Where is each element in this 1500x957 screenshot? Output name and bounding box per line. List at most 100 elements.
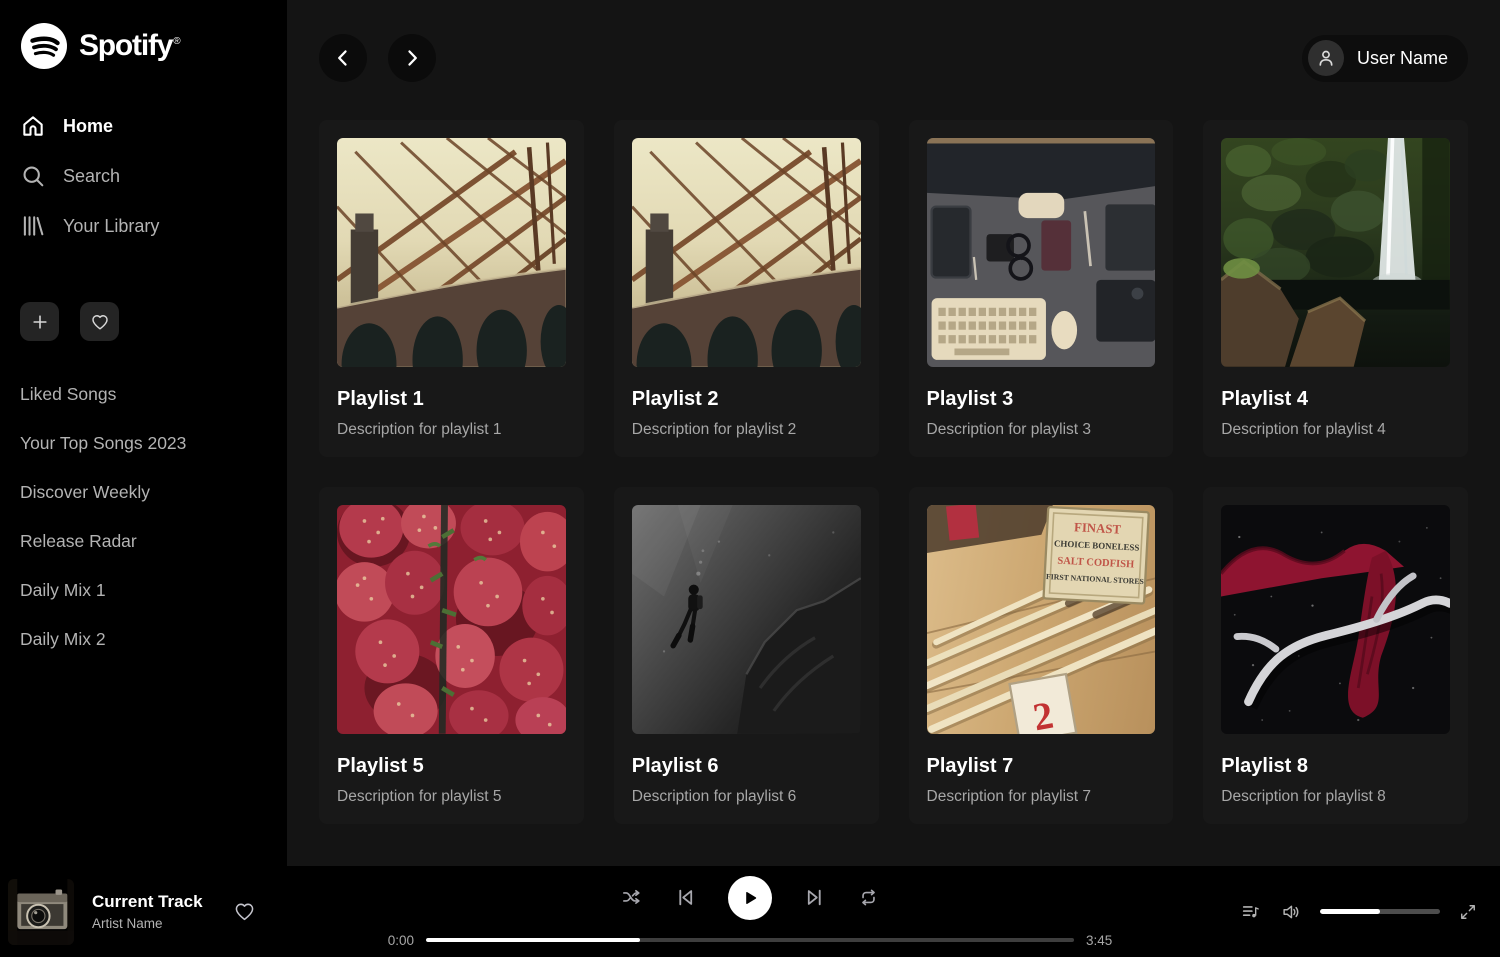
create-playlist-button[interactable]: [20, 302, 59, 341]
playlist-description: Description for playlist 2: [632, 421, 861, 439]
now-playing: Current Track Artist Name: [0, 879, 256, 945]
playlist-art-rulers-sign: FINAST CHOICE BONELESS SALT CODFISH FIRS…: [927, 505, 1156, 734]
playlist-card-2[interactable]: Playlist 2 Description for playlist 2: [614, 120, 879, 457]
total-time: 3:45: [1086, 933, 1120, 948]
playlist-description: Description for playlist 8: [1221, 788, 1450, 806]
sidebar-item-your-library[interactable]: Your Library: [20, 212, 269, 240]
play-button[interactable]: [728, 876, 772, 920]
player-center: 0:00 3:45: [380, 866, 1120, 957]
user-menu-button[interactable]: User Name: [1302, 35, 1468, 82]
playlist-art-steel-truss: [337, 138, 566, 367]
playlist-title: Playlist 7: [927, 755, 1156, 778]
playlist-card-1[interactable]: Playlist 1 Description for playlist 1: [319, 120, 584, 457]
previous-track-button[interactable]: [673, 885, 698, 910]
nav-label: Your Library: [63, 216, 159, 237]
playlist-art-scuba-diver: [632, 505, 861, 734]
progress-fill: [426, 938, 640, 942]
app-window: Spotify® Home Search: [0, 0, 1500, 957]
main-content: User Name: [287, 0, 1500, 866]
nav-label: Home: [63, 116, 113, 137]
brand-wordmark: Spotify®: [79, 29, 179, 63]
playlist-card-3[interactable]: Playlist 3 Description for playlist 3: [909, 120, 1174, 457]
playlist-description: Description for playlist 6: [632, 788, 861, 806]
like-track-button[interactable]: [233, 900, 256, 923]
queue-button[interactable]: [1240, 901, 1262, 923]
plus-icon: [30, 312, 50, 332]
library-icon: [20, 213, 46, 239]
spotify-logo-icon: [20, 22, 68, 70]
playlist-grid: Playlist 1 Description for playlist 1: [319, 120, 1468, 824]
liked-songs-button[interactable]: [80, 302, 119, 341]
next-icon: [802, 885, 827, 910]
chevron-left-icon: [331, 46, 355, 70]
playlist-title: Playlist 1: [337, 388, 566, 411]
search-icon: [20, 163, 46, 189]
sidebar-playlist-your-top-songs[interactable]: Your Top Songs 2023: [20, 430, 269, 456]
chevron-right-icon: [400, 46, 424, 70]
transport-controls: [620, 876, 880, 920]
playlist-card-7[interactable]: FINAST CHOICE BONELESS SALT CODFISH FIRS…: [909, 487, 1174, 824]
playlist-art-desk-flatlay: [927, 138, 1156, 367]
sidebar-nav: Home Search Your Library: [20, 112, 269, 240]
current-track-artist: Artist Name: [92, 916, 203, 931]
nav-forward-button[interactable]: [388, 34, 436, 82]
playlist-title: Playlist 2: [632, 388, 861, 411]
sidebar-playlist-liked-songs[interactable]: Liked Songs: [20, 381, 269, 407]
playlist-card-6[interactable]: Playlist 6 Description for playlist 6: [614, 487, 879, 824]
now-playing-info: Current Track Artist Name: [92, 892, 203, 931]
sidebar-item-home[interactable]: Home: [20, 112, 269, 140]
playlist-art-steel-truss: [632, 138, 861, 367]
volume-slider[interactable]: [1320, 909, 1440, 914]
nav-label: Search: [63, 166, 120, 187]
playlist-card-8[interactable]: Playlist 8 Description for playlist 8: [1203, 487, 1468, 824]
playlist-description: Description for playlist 5: [337, 788, 566, 806]
sidebar-playlist-release-radar[interactable]: Release Radar: [20, 528, 269, 554]
shuffle-icon: [620, 886, 643, 909]
shuffle-button[interactable]: [620, 886, 643, 909]
playlist-card-5[interactable]: Playlist 5 Description for playlist 5: [319, 487, 584, 824]
topbar: User Name: [319, 34, 1468, 82]
sidebar: Spotify® Home Search: [0, 0, 287, 866]
player-right-controls: [1240, 901, 1500, 923]
sidebar-playlist-daily-mix-2[interactable]: Daily Mix 2: [20, 626, 269, 652]
sidebar-playlist-daily-mix-1[interactable]: Daily Mix 1: [20, 577, 269, 603]
queue-icon: [1240, 901, 1262, 923]
playlist-description: Description for playlist 7: [927, 788, 1156, 806]
playlist-title: Playlist 3: [927, 388, 1156, 411]
current-track-title: Current Track: [92, 892, 203, 912]
repeat-icon: [857, 886, 880, 909]
playlist-art-antler-fabric: [1221, 505, 1450, 734]
sidebar-playlist-discover-weekly[interactable]: Discover Weekly: [20, 479, 269, 505]
heart-icon: [90, 312, 110, 332]
now-playing-art-vintage-camera: [8, 879, 74, 945]
user-name-label: User Name: [1357, 48, 1448, 69]
sidebar-actions: [20, 302, 269, 341]
playlist-description: Description for playlist 4: [1221, 421, 1450, 439]
repeat-button[interactable]: [857, 886, 880, 909]
next-track-button[interactable]: [802, 885, 827, 910]
playlist-art-strawberries: [337, 505, 566, 734]
playlist-title: Playlist 5: [337, 755, 566, 778]
playlist-title: Playlist 8: [1221, 755, 1450, 778]
playlist-title: Playlist 4: [1221, 388, 1450, 411]
playlist-title: Playlist 6: [632, 755, 861, 778]
sidebar-playlist-list: Liked Songs Your Top Songs 2023 Discover…: [20, 381, 269, 652]
user-icon: [1315, 47, 1337, 69]
spotify-logo[interactable]: Spotify®: [20, 22, 269, 70]
volume-button[interactable]: [1280, 901, 1302, 923]
sidebar-item-search[interactable]: Search: [20, 162, 269, 190]
playlist-card-4[interactable]: Playlist 4 Description for playlist 4: [1203, 120, 1468, 457]
player-bar: Current Track Artist Name: [0, 866, 1500, 957]
progress-row: 0:00 3:45: [380, 933, 1120, 948]
progress-bar[interactable]: [426, 938, 1074, 942]
fullscreen-button[interactable]: [1458, 902, 1478, 922]
volume-fill: [1320, 909, 1380, 914]
avatar: [1308, 40, 1344, 76]
heart-icon: [233, 900, 256, 923]
svg-text:FINAST: FINAST: [1073, 520, 1121, 536]
playlist-description: Description for playlist 1: [337, 421, 566, 439]
registered-mark: ®: [173, 36, 179, 47]
nav-back-button[interactable]: [319, 34, 367, 82]
elapsed-time: 0:00: [380, 933, 414, 948]
play-icon: [739, 887, 761, 909]
